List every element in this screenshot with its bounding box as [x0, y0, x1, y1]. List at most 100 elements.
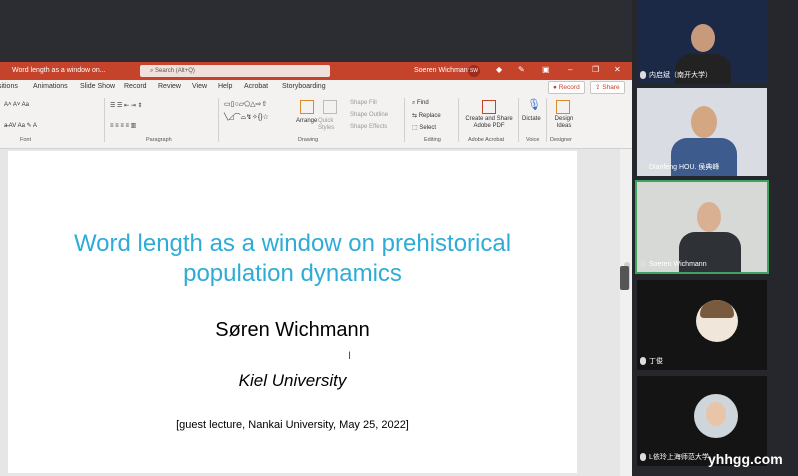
select-label: Select — [419, 125, 437, 131]
search-placeholder: Search (Alt+Q) — [155, 68, 195, 74]
align-controls[interactable]: ≡ ≡ ≡ ≡ ▥ — [110, 122, 136, 129]
tab-review[interactable]: Review — [158, 83, 181, 90]
select-icon: ⬚ — [412, 125, 418, 131]
participant-video — [697, 202, 721, 232]
separator — [546, 98, 547, 142]
text-cursor-icon: I — [348, 350, 352, 362]
microphone-icon: 🎙 — [527, 99, 541, 111]
participant-name-text: 丁俊 — [649, 358, 663, 365]
participant-tile[interactable]: 内启斌（南开大学） — [637, 0, 767, 84]
tab-slide-show[interactable]: Slide Show — [80, 83, 115, 90]
tab-record[interactable]: Record — [124, 83, 147, 90]
participant-name: Dianfeng HOU. 侯典峰 — [640, 162, 719, 172]
create-pdf-button[interactable]: Create and Share Adobe PDF — [463, 116, 515, 130]
participant-avatar — [694, 394, 738, 438]
share-button[interactable]: ⇪ Share — [590, 81, 625, 94]
arrange-icon — [300, 100, 314, 114]
diamond-icon[interactable]: ◆ — [496, 65, 502, 74]
shape-effects-button[interactable]: Shape Effects — [350, 124, 387, 130]
dictate-button[interactable]: Dictate — [522, 116, 541, 122]
participant-name: Soeren Wichmann — [640, 260, 707, 268]
user-name: Soeren Wichmann — [414, 67, 472, 74]
participant-name-text: 内启斌（南开大学） — [649, 72, 712, 79]
search-icon: ⌕ — [150, 68, 154, 74]
designer-group-label: Designer — [550, 137, 573, 143]
slide-title[interactable]: Word length as a window on prehistorical… — [8, 229, 577, 289]
participant-name: 丁俊 — [640, 356, 663, 366]
find-button[interactable]: ⌕ Find — [412, 100, 429, 107]
participant-tile[interactable]: 丁俊 — [637, 280, 767, 370]
shapes-gallery[interactable]: ▭▯○▱⬠△⇨⇧ — [224, 100, 267, 108]
adobe-pdf-icon — [482, 100, 496, 114]
editing-group-label: Editing — [424, 137, 441, 143]
shapes-gallery-row2[interactable]: ╲◿⌒⌓↯✧{}☆ — [224, 112, 269, 122]
tab-storyboarding[interactable]: Storyboarding — [282, 83, 326, 90]
participant-name-text: Soeren Wichmann — [649, 260, 707, 268]
document-title: Word length as a window on... — [12, 67, 106, 74]
shape-outline-button[interactable]: Shape Outline — [350, 112, 388, 118]
design-ideas-button[interactable]: Design Ideas — [553, 116, 575, 130]
record-label: Record — [558, 84, 580, 91]
voice-group-label: Voice — [526, 137, 540, 143]
slide-title-line1: Word length as a window on prehistorical — [73, 230, 512, 257]
select-button[interactable]: ⬚ Select — [412, 124, 436, 131]
slide-institution[interactable]: Kiel University — [8, 371, 577, 391]
watermark: yhhgg.com — [708, 451, 783, 467]
replace-icon: ⇆ — [412, 113, 418, 119]
share-label: Share — [602, 84, 620, 91]
avatar-hair — [700, 300, 734, 318]
font-size-controls[interactable]: A˄ A˅ Aa — [4, 102, 29, 108]
microphone-icon — [640, 71, 646, 80]
vertical-scrollbar[interactable] — [620, 149, 632, 476]
microphone-icon — [640, 453, 646, 462]
find-icon: ⌕ — [412, 100, 416, 106]
participant-tile-active[interactable]: Soeren Wichmann — [635, 180, 769, 274]
slide[interactable]: Word length as a window on prehistorical… — [8, 151, 577, 473]
separator — [104, 98, 105, 142]
replace-label: Replace — [418, 113, 441, 119]
separator — [404, 98, 405, 142]
pen-icon[interactable]: ✎ — [518, 65, 525, 74]
font-format-controls[interactable]: a̶ AV Aa ✎ A — [4, 122, 37, 129]
participant-avatar — [696, 300, 738, 342]
search-box[interactable]: ⌕ Search (Alt+Q) — [140, 65, 330, 77]
tab-view[interactable]: View — [192, 83, 207, 90]
quick-styles-button[interactable]: Quick Styles — [318, 118, 344, 132]
participant-name: 内启斌（南开大学） — [640, 70, 712, 80]
participant-video — [691, 106, 717, 138]
avatar-face — [706, 402, 726, 426]
ribbon: sitions Animations Slide Show Record Rev… — [0, 80, 632, 149]
microphone-icon — [640, 357, 646, 366]
microphone-icon — [640, 260, 646, 268]
list-controls[interactable]: ☰ ☰ ⇤ ⇥ ⇕ — [110, 102, 143, 109]
separator — [458, 98, 459, 142]
paragraph-group-label: Paragraph — [146, 137, 172, 143]
restore-icon[interactable]: ❐ — [592, 65, 599, 74]
participant-video — [691, 24, 715, 52]
ribbon-display-icon[interactable]: ▣ — [542, 65, 550, 74]
slide-title-line2: population dynamics — [183, 260, 402, 287]
slide-lecture-info[interactable]: [guest lecture, Nankai University, May 2… — [8, 419, 577, 431]
user-avatar[interactable]: SW — [468, 65, 480, 77]
slide-author[interactable]: Søren Wichmann — [8, 319, 577, 342]
participant-name-text: L依玲上海师范大学 — [649, 454, 709, 461]
record-button[interactable]: ● Record — [548, 81, 585, 94]
tab-acrobat[interactable]: Acrobat — [244, 83, 268, 90]
shape-fill-button[interactable]: Shape Fill — [350, 100, 377, 106]
title-bar: Word length as a window on... ⌕ Search (… — [0, 62, 632, 80]
find-label: Find — [417, 100, 429, 106]
microphone-icon — [640, 163, 646, 172]
adobe-group-label: Adobe Acrobat — [468, 137, 505, 143]
tab-animations[interactable]: Animations — [33, 83, 68, 90]
minimize-icon[interactable]: – — [568, 65, 572, 74]
arrange-button[interactable]: Arrange — [296, 118, 317, 124]
participant-tile[interactable]: Dianfeng HOU. 侯典峰 — [637, 88, 767, 176]
shared-screen: Word length as a window on... ⌕ Search (… — [0, 0, 632, 476]
separator — [218, 98, 219, 142]
replace-button[interactable]: ⇆ Replace — [412, 112, 441, 119]
tab-help[interactable]: Help — [218, 83, 232, 90]
separator — [518, 98, 519, 142]
close-icon[interactable]: ✕ — [614, 65, 621, 74]
tab-transitions[interactable]: sitions — [0, 83, 18, 90]
panel-collapse-handle[interactable] — [620, 266, 629, 290]
